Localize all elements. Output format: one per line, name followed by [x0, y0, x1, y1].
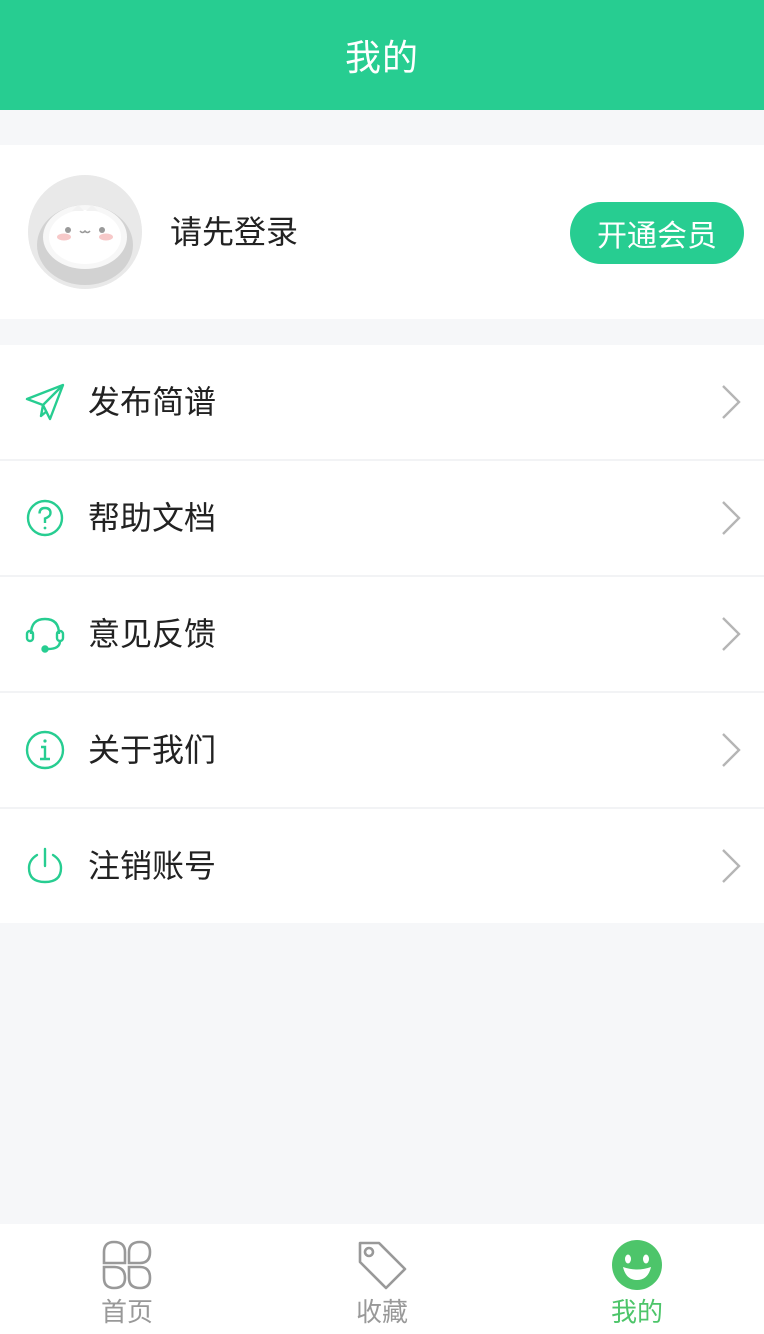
- headset-icon: [24, 613, 66, 655]
- menu-item-label: 帮助文档: [88, 499, 217, 537]
- page-title: 我的: [344, 38, 419, 79]
- chevron-right-icon: [722, 501, 741, 535]
- tab-mine[interactable]: 我的: [510, 1224, 764, 1334]
- menu-item-label: 意见反馈: [88, 615, 217, 653]
- tab-label: 收藏: [355, 1298, 408, 1328]
- menu-item-label: 关于我们: [88, 731, 217, 769]
- login-prompt[interactable]: 请先登录: [170, 209, 298, 255]
- top-header: 我的: [0, 0, 764, 110]
- tab-favorites[interactable]: 收藏: [255, 1224, 509, 1334]
- settings-menu: 发布简谱 帮助文档 意见反馈 关于我们 注销账号: [0, 345, 764, 923]
- menu-item-feedback[interactable]: 意见反馈: [0, 577, 764, 693]
- bottom-tab-bar: 首页 收藏 我的: [0, 1224, 764, 1334]
- menu-item-publish[interactable]: 发布简谱: [0, 345, 764, 461]
- power-icon: [24, 845, 66, 887]
- menu-item-about[interactable]: 关于我们: [0, 693, 764, 809]
- chevron-right-icon: [722, 849, 741, 883]
- menu-item-help[interactable]: 帮助文档: [0, 461, 764, 577]
- tag-icon: [355, 1238, 409, 1292]
- avatar[interactable]: [28, 175, 142, 289]
- open-vip-button[interactable]: 开通会员: [570, 202, 744, 264]
- chevron-right-icon: [722, 617, 741, 651]
- menu-item-deactivate[interactable]: 注销账号: [0, 809, 764, 923]
- question-circle-icon: [24, 497, 66, 539]
- profile-card[interactable]: 请先登录 开通会员: [0, 145, 764, 319]
- menu-item-label: 注销账号: [88, 847, 217, 885]
- menu-item-label: 发布简谱: [88, 383, 217, 421]
- paper-plane-icon: [24, 381, 66, 423]
- tab-label: 我的: [610, 1298, 663, 1328]
- tab-home[interactable]: 首页: [0, 1224, 254, 1334]
- tab-label: 首页: [100, 1298, 153, 1328]
- smiley-icon: [610, 1238, 664, 1292]
- chevron-right-icon: [722, 385, 741, 419]
- chevron-right-icon: [722, 733, 741, 767]
- info-circle-icon: [24, 729, 66, 771]
- clover-grid-icon: [100, 1238, 154, 1292]
